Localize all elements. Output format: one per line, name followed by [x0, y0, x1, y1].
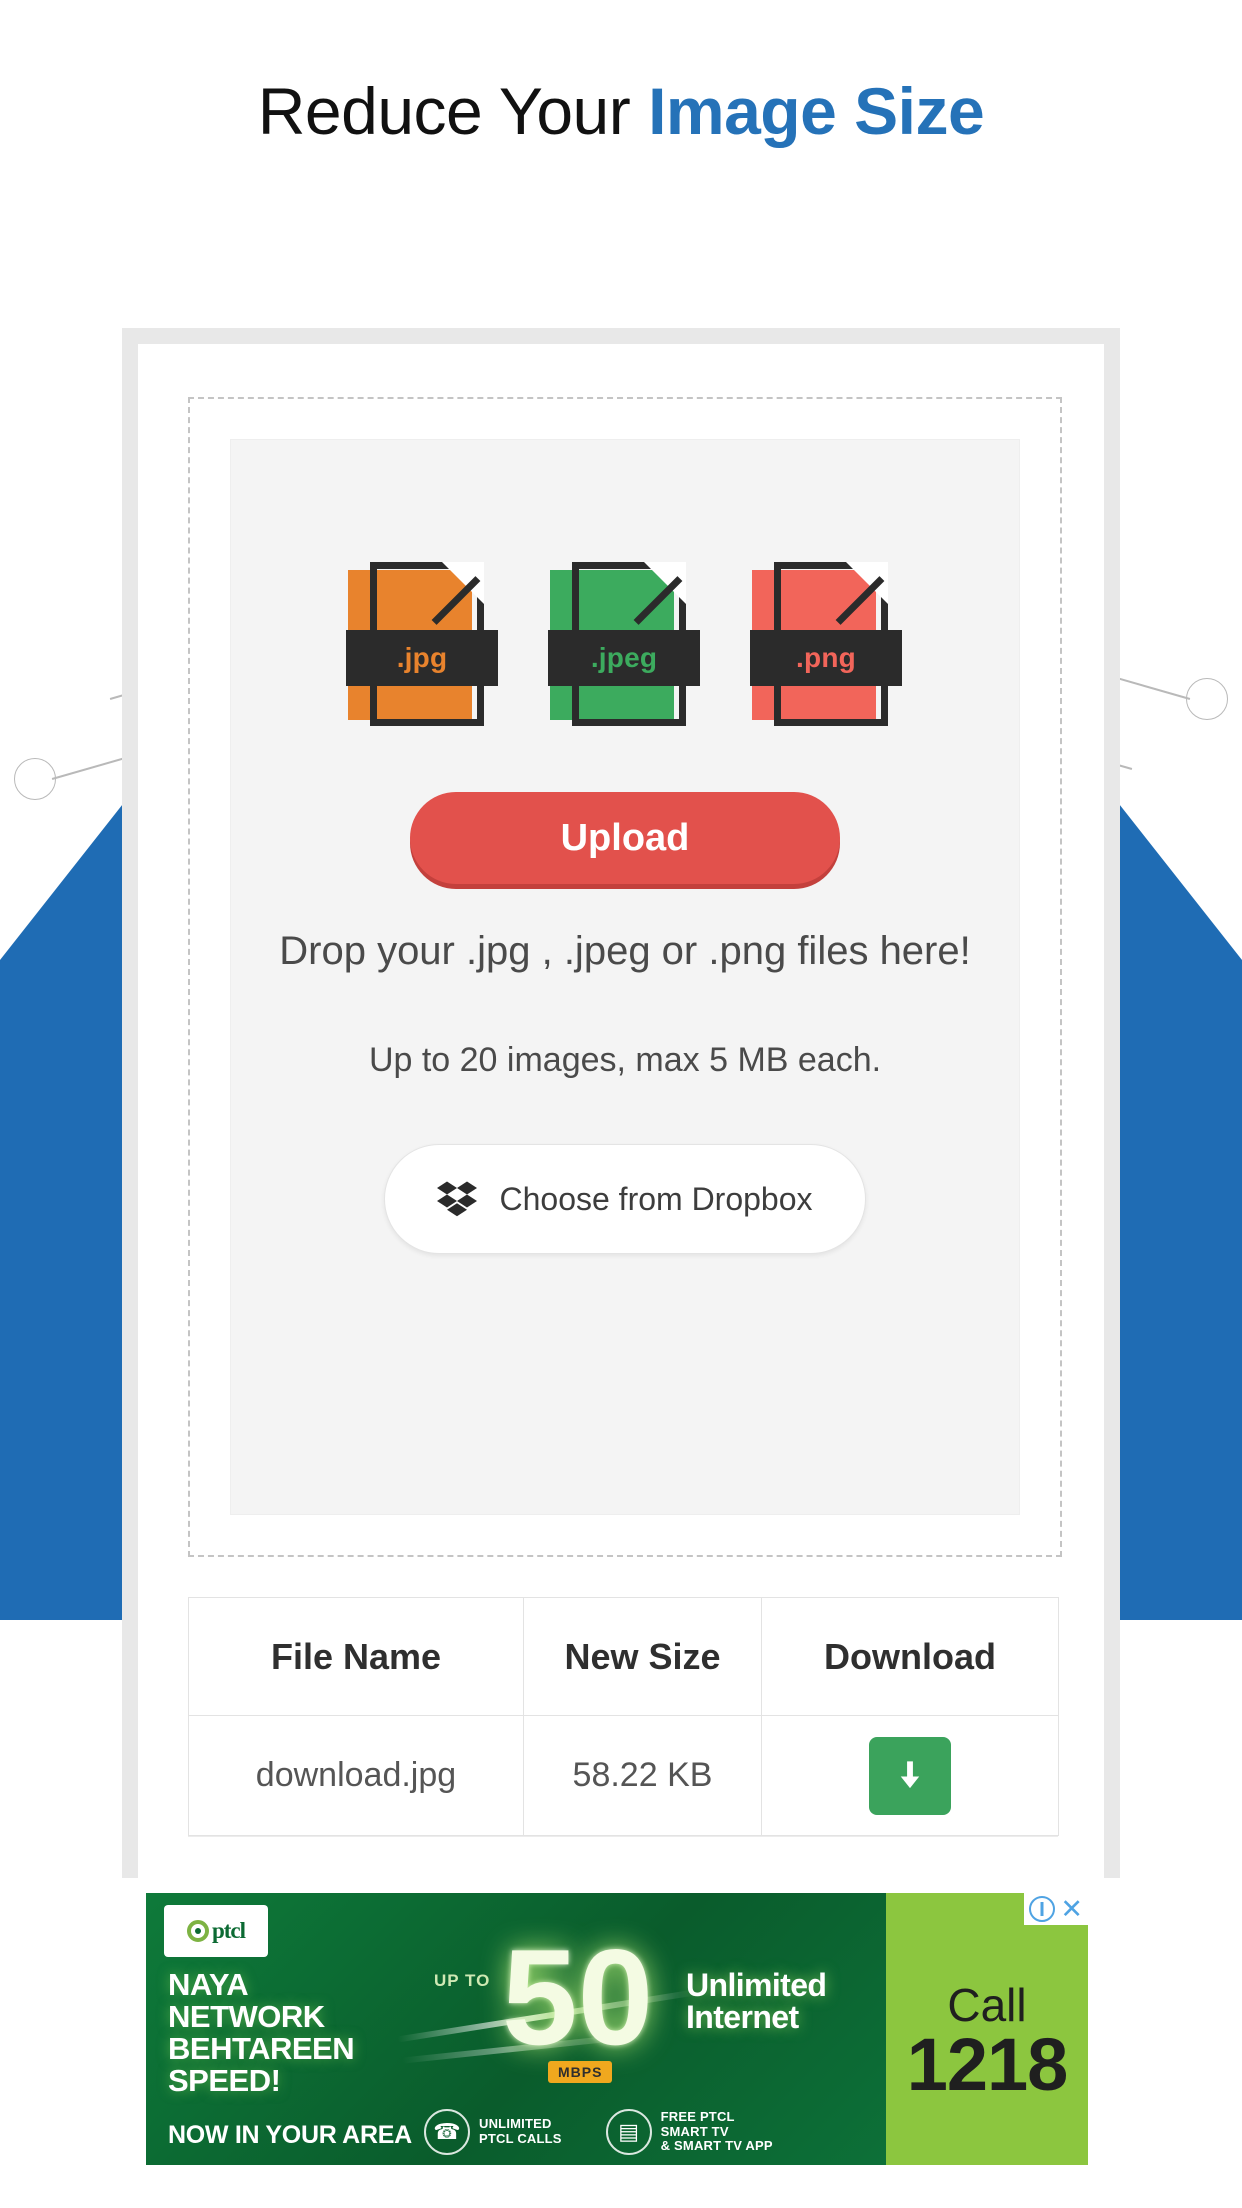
- dropzone-inner[interactable]: .jpg .jpeg .png Upload Drop your .jpg , …: [230, 439, 1020, 1515]
- ad-close-icon[interactable]: ✕: [1060, 1896, 1083, 1923]
- ad-speed-unit: MBPS: [548, 2061, 613, 2083]
- cell-download: [761, 1715, 1059, 1836]
- choose-from-dropbox-button[interactable]: Choose from Dropbox: [384, 1144, 866, 1255]
- results-table: File Name New Size Download download.jpg…: [188, 1597, 1059, 1836]
- ad-feature-calls-text: UNLIMITED PTCL CALLS: [479, 2116, 562, 2146]
- ad-headline: NAYA NETWORK BEHTAREEN SPEED!: [168, 1967, 355, 2098]
- drop-instruction-text: Drop your .jpg , .jpeg or .png files her…: [279, 929, 971, 973]
- page-title: Reduce Your Image Size: [0, 78, 1242, 144]
- decorative-line-left-1: [51, 753, 130, 780]
- decorative-circle-right: [1186, 678, 1228, 720]
- column-header-file-name: File Name: [188, 1597, 524, 1716]
- jpeg-file-icon-label: .jpeg: [548, 630, 700, 686]
- ad-offer-text: Unlimited Internet: [686, 1967, 827, 2035]
- ptcl-logo-wordmark: ptcl: [211, 1918, 246, 1943]
- ad-feature-calls: ☎ UNLIMITED PTCL CALLS: [424, 2109, 562, 2155]
- upload-button[interactable]: Upload: [410, 792, 840, 884]
- background-decoration-right: [1112, 520, 1242, 1620]
- blue-wedge-right: [1112, 795, 1242, 1620]
- ad-feature-smart-tv: ▤ FREE PTCL SMART TV & SMART TV APP: [605, 2108, 773, 2155]
- ad-call-panel[interactable]: Call 1218 ✕: [886, 1893, 1088, 2165]
- ad-call-label: Call: [947, 1979, 1027, 2031]
- download-button[interactable]: [869, 1736, 951, 1815]
- download-arrow-icon: [895, 1759, 925, 1793]
- cell-new-size: 58.22 KB: [523, 1715, 762, 1836]
- ad-subline: NOW IN YOUR AREA: [168, 2121, 412, 2149]
- dropbox-icon: [437, 1179, 478, 1219]
- png-file-icon: .png: [750, 562, 902, 734]
- card-divider: [188, 1836, 1058, 1837]
- ad-features: ☎ UNLIMITED PTCL CALLS ▤ FREE PTCL SMART…: [424, 2109, 773, 2155]
- ad-offer-line-2: Internet: [686, 1999, 799, 2035]
- ad-upto-label: UP TO: [434, 1971, 491, 1990]
- ptcl-logo-ring-icon: [186, 1920, 209, 1942]
- smart-tv-icon: ▤: [605, 2109, 652, 2155]
- jpeg-file-icon: .jpeg: [548, 562, 700, 734]
- decorative-line-right-1: [1112, 673, 1191, 700]
- supported-filetypes: .jpg .jpeg .png: [346, 562, 902, 734]
- ad-feature-smart-tv-text: FREE PTCL SMART TV & SMART TV APP: [660, 2108, 773, 2154]
- advertisement-banner[interactable]: ptcl NAYA NETWORK BEHTAREEN SPEED! NOW I…: [146, 1893, 1088, 2165]
- page-root: Reduce Your Image Size .jpg .jpeg .png U…: [0, 0, 1242, 2208]
- cell-file-name: download.jpg: [188, 1715, 524, 1836]
- jpg-file-icon-label: .jpg: [346, 630, 498, 686]
- dropzone[interactable]: .jpg .jpeg .png Upload Drop your .jpg , …: [188, 397, 1062, 1557]
- column-header-download: Download: [761, 1597, 1059, 1716]
- jpg-file-icon: .jpg: [346, 562, 498, 734]
- table-row: download.jpg 58.22 KB: [188, 1715, 1059, 1836]
- choose-from-dropbox-label: Choose from Dropbox: [499, 1180, 813, 1217]
- ad-call-number: 1218: [906, 2023, 1069, 2106]
- page-title-accent: Image Size: [648, 74, 985, 148]
- upload-limit-text: Up to 20 images, max 5 MB each.: [368, 1041, 882, 1080]
- column-header-new-size: New Size: [523, 1597, 762, 1716]
- ad-info-icon[interactable]: [1029, 1896, 1056, 1922]
- ad-speed-value: 50: [502, 1921, 654, 2073]
- ptcl-logo: ptcl: [164, 1905, 268, 1957]
- ad-offer-line-1: Unlimited: [686, 1967, 827, 2003]
- blue-wedge-left: [0, 795, 130, 1620]
- uploader-card: .jpg .jpeg .png Upload Drop your .jpg , …: [138, 344, 1104, 1878]
- png-file-icon-label: .png: [750, 630, 902, 686]
- ad-controls[interactable]: ✕: [1024, 1893, 1088, 1925]
- ad-main-panel[interactable]: ptcl NAYA NETWORK BEHTAREEN SPEED! NOW I…: [146, 1893, 886, 2165]
- decorative-circle-left: [14, 758, 56, 800]
- phone-icon: ☎: [424, 2109, 470, 2155]
- page-title-plain: Reduce Your: [257, 74, 649, 148]
- table-header-row: File Name New Size Download: [188, 1597, 1059, 1716]
- background-decoration-left: [0, 520, 130, 1620]
